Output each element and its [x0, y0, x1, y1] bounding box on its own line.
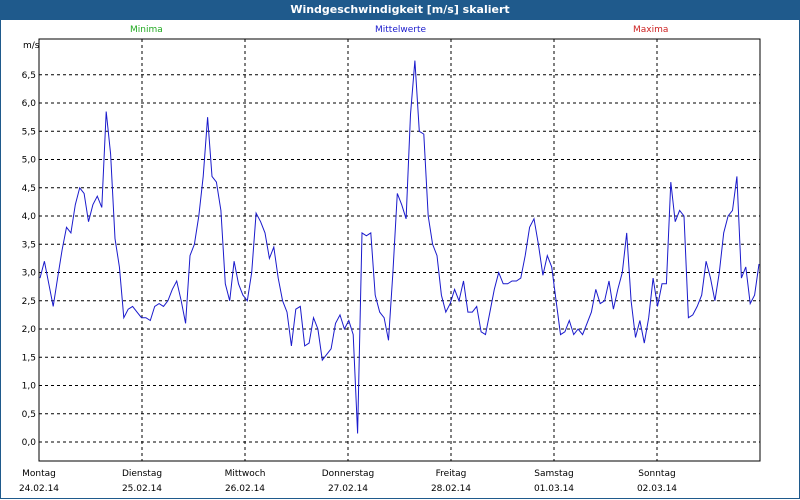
y-tick-label: 5,5 — [22, 127, 36, 137]
y-tick-label: 5,0 — [22, 156, 37, 166]
y-tick-label: 2,5 — [22, 297, 36, 307]
y-tick-label: 0,0 — [22, 438, 37, 448]
x-tick-day: Montag — [22, 469, 56, 479]
y-tick-label: 3,0 — [22, 269, 37, 279]
x-ticks: Montag 24.02.14 Dienstag 25.02.14 Mittwoch 26… — [19, 469, 677, 494]
x-tick-day: Donnerstag — [322, 469, 375, 479]
x-tick-day: Freitag — [436, 469, 467, 479]
x-tick-date: 02.03.14 — [637, 484, 677, 494]
y-ticks: 0,0 0,5 1,0 1,5 2,0 2,5 3,0 3,5 4,0 4,5 5,0 5,5 6,0 6… — [22, 71, 37, 448]
wind-speed-chart: m/s 0,0 0,5 1,0 1,5 2,0 2,5 3,0 3,5 4,0 4,5 5,0 5,5… — [19, 38, 761, 494]
y-tick-label: 0,5 — [22, 410, 36, 420]
y-tick-label: 1,5 — [22, 353, 36, 363]
y-axis-unit: m/s — [23, 41, 40, 51]
x-tick-day: Sonntag — [638, 469, 675, 479]
x-tick-day: Mittwoch — [225, 469, 266, 479]
grid — [39, 39, 760, 461]
x-tick-date: 25.02.14 — [122, 484, 162, 494]
x-tick-day: Dienstag — [122, 469, 162, 479]
series-line-mittelwerte — [39, 60, 760, 434]
y-tick-label: 6,0 — [22, 99, 37, 109]
plot-border — [38, 38, 761, 462]
y-tick-label: 6,5 — [22, 71, 36, 81]
x-tick-date: 26.02.14 — [225, 484, 265, 494]
x-tick-date: 27.02.14 — [328, 484, 368, 494]
y-tick-label: 4,5 — [22, 184, 36, 194]
y-tick-label: 4,0 — [22, 212, 37, 222]
y-tick-label: 1,0 — [22, 382, 37, 392]
x-tick-date: 24.02.14 — [19, 484, 59, 494]
x-tick-date: 28.02.14 — [431, 484, 471, 494]
x-tick-date: 01.03.14 — [534, 484, 574, 494]
y-tick-label: 2,0 — [22, 325, 37, 335]
series-group — [39, 60, 760, 434]
y-tick-label: 3,5 — [22, 240, 36, 250]
x-tick-day: Samstag — [534, 469, 573, 479]
